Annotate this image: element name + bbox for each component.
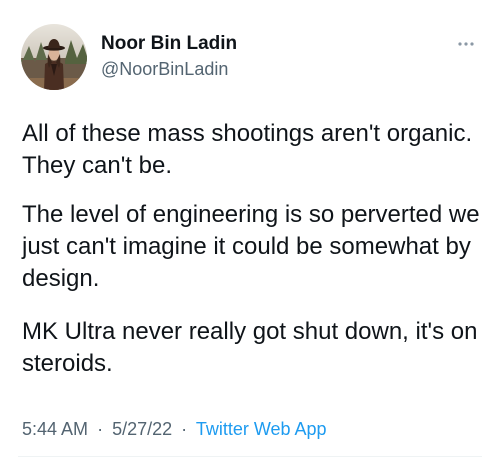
meta-separator: ·: [181, 419, 188, 439]
tweet-time[interactable]: 5:44 AM: [22, 419, 88, 439]
meta-separator: ·: [97, 419, 104, 439]
author-display-name[interactable]: Noor Bin Ladin: [101, 33, 237, 55]
more-options-icon[interactable]: [454, 34, 478, 54]
tweet-card: Noor Bin Ladin @NoorBinLadin All of thes…: [0, 0, 500, 458]
profile-photo-icon: [21, 24, 87, 90]
avatar[interactable]: [21, 24, 87, 90]
divider: [18, 456, 482, 457]
tweet-paragraph: The level of engineering is so perverted…: [22, 201, 480, 292]
tweet-paragraph: MK Ultra never really got shut down, it'…: [22, 318, 478, 377]
tweet-date[interactable]: 5/27/22: [112, 419, 172, 439]
author-handle[interactable]: @NoorBinLadin: [101, 59, 228, 80]
tweet-source-link[interactable]: Twitter Web App: [196, 419, 327, 439]
tweet-metadata: 5:44 AM · 5/27/22 · Twitter Web App: [22, 419, 327, 440]
tweet-paragraph: All of these mass shootings aren't organ…: [22, 120, 473, 179]
